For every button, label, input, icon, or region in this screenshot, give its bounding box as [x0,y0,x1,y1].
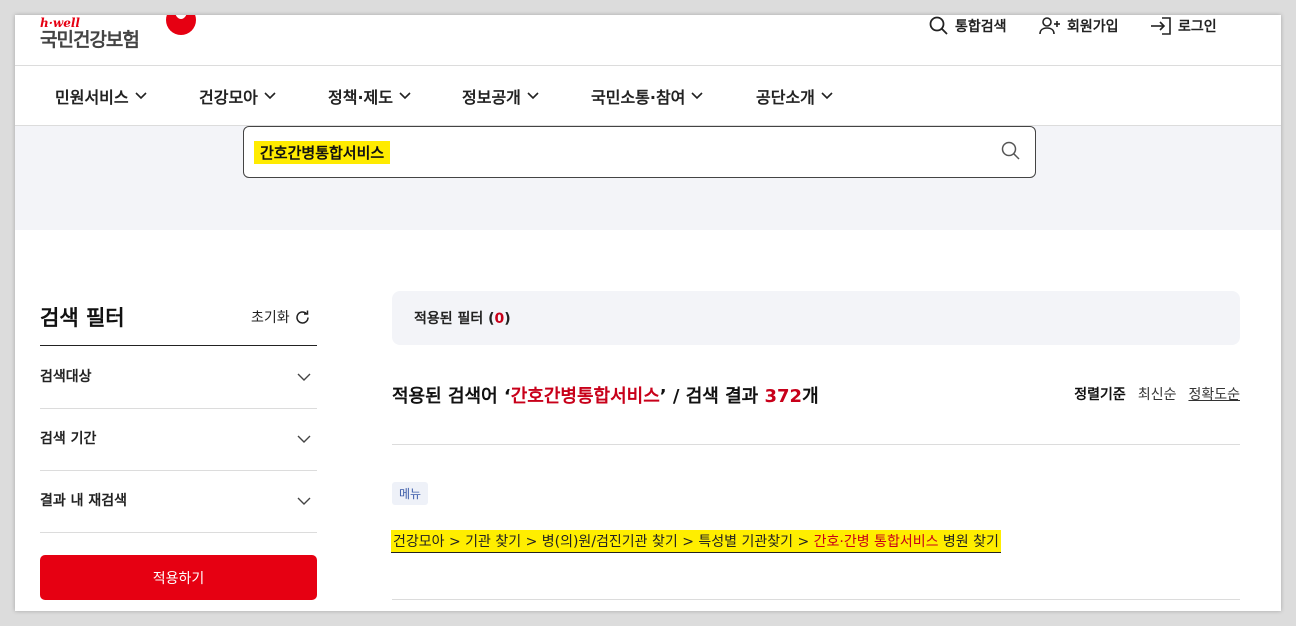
logo-name: 국민건강보험 [40,29,140,51]
logo-mark-icon [166,15,196,35]
filter-reset-button[interactable]: 초기화 [251,307,311,327]
result-heading-middle: ’ / 검색 결과 [659,386,765,407]
nav-item-civil-service[interactable]: 민원서비스 [55,84,147,108]
search-icon [929,16,948,35]
applied-filter-count: 0 [494,311,505,327]
chevron-down-icon [821,92,833,100]
applied-filter-prefix: 적용된 필터 ( [414,311,495,327]
filter-item-label: 검색대상 [40,369,92,385]
sort-option-latest[interactable]: 최신순 [1138,384,1177,404]
filter-item-label: 검색 기간 [40,431,97,447]
filter-item-target[interactable]: 검색대상 [40,346,317,409]
filter-reset-label: 초기화 [251,310,290,326]
chevron-down-icon [264,92,276,100]
applied-filter-label: 적용된 필터 (0) [414,308,511,328]
util-signup-link[interactable]: 회원가입 [1039,15,1119,37]
add-user-icon [1039,17,1060,35]
filter-item-period[interactable]: 검색 기간 [40,408,317,471]
chevron-down-icon [297,435,311,443]
util-login-label: 로그인 [1178,19,1217,35]
nav-item-health[interactable]: 건강모아 [199,84,276,108]
result-heading-suffix: 개 [802,386,819,407]
result-divider-bottom [392,599,1240,600]
result-path-highlight: 간호·간병 통합서비스 [813,534,939,550]
nav-item-about[interactable]: 공단소개 [756,84,833,108]
nav-item-participation[interactable]: 국민소통·참여 [591,84,703,108]
util-search-label: 통합검색 [955,19,1007,35]
chevron-down-icon [399,92,411,100]
page: h·well 국민건강보험 통합검색 회원가입 로그인 민원서비스 건강모아 정… [15,15,1281,611]
chevron-down-icon [297,373,311,381]
search-band: 간호간병통합서비스 [15,126,1281,230]
result-heading: 적용된 검색어 ‘간호간병통합서비스’ / 검색 결과 372개 [392,382,819,408]
refresh-icon [295,310,309,324]
util-login-link[interactable]: 로그인 [1150,15,1217,37]
nav-item-label: 정책·제도 [328,88,393,107]
nav-item-policy[interactable]: 정책·제도 [328,84,411,108]
chevron-down-icon [297,497,311,505]
util-signup-label: 회원가입 [1067,19,1119,35]
sort-option-accuracy[interactable]: 정확도순 [1188,384,1240,404]
result-count: 372 [764,386,803,407]
logo-brand: h·well [40,16,80,30]
apply-filter-button[interactable]: 적용하기 [40,555,317,600]
util-search-link[interactable]: 통합검색 [929,15,1007,37]
chevron-down-icon [527,92,539,100]
chevron-down-icon [691,92,703,100]
result-link[interactable]: 건강모아 > 기관 찾기 > 병(의)원/검진기관 찾기 > 특성별 기관찾기 … [391,530,1001,553]
nav-item-label: 건강모아 [199,88,258,107]
result-path-suffix: 병원 찾기 [938,534,999,550]
result-heading-prefix: 적용된 검색어 ‘ [392,386,511,407]
site-logo[interactable]: h·well 국민건강보험 [40,15,196,51]
filter-item-research[interactable]: 결과 내 재검색 [40,470,317,533]
applied-filter-suffix: ) [504,311,511,327]
result-path-prefix: 건강모아 > 기관 찾기 > 병(의)원/검진기관 찾기 > 특성별 기관찾기 … [393,534,814,550]
result-category-badge: 메뉴 [392,482,429,505]
filter-title: 검색 필터 [40,306,125,330]
nav-item-label: 민원서비스 [55,88,129,107]
nav-item-label: 국민소통·참여 [591,88,686,107]
login-icon [1151,17,1171,35]
nav-item-label: 정보공개 [462,88,521,107]
sort-options: 정렬기준 최신순 정확도순 [1074,384,1240,404]
site-header: h·well 국민건강보험 통합검색 회원가입 로그인 [15,15,1281,66]
nav-item-label: 공단소개 [756,88,815,107]
result-keyword: 간호간병통합서비스 [510,386,660,407]
result-divider [392,444,1240,445]
search-input-value: 간호간병통합서비스 [254,141,391,164]
filter-item-label: 결과 내 재검색 [40,493,128,509]
main-nav: 민원서비스 건강모아 정책·제도 정보공개 국민소통·참여 공단소개 [15,66,1281,126]
applied-filter-box: 적용된 필터 (0) [392,291,1240,345]
sort-label: 정렬기준 [1074,387,1126,403]
chevron-down-icon [135,92,147,100]
search-input[interactable]: 간호간병통합서비스 [243,126,1036,178]
nav-item-disclosure[interactable]: 정보공개 [462,84,539,108]
search-submit-icon[interactable] [1001,141,1021,161]
